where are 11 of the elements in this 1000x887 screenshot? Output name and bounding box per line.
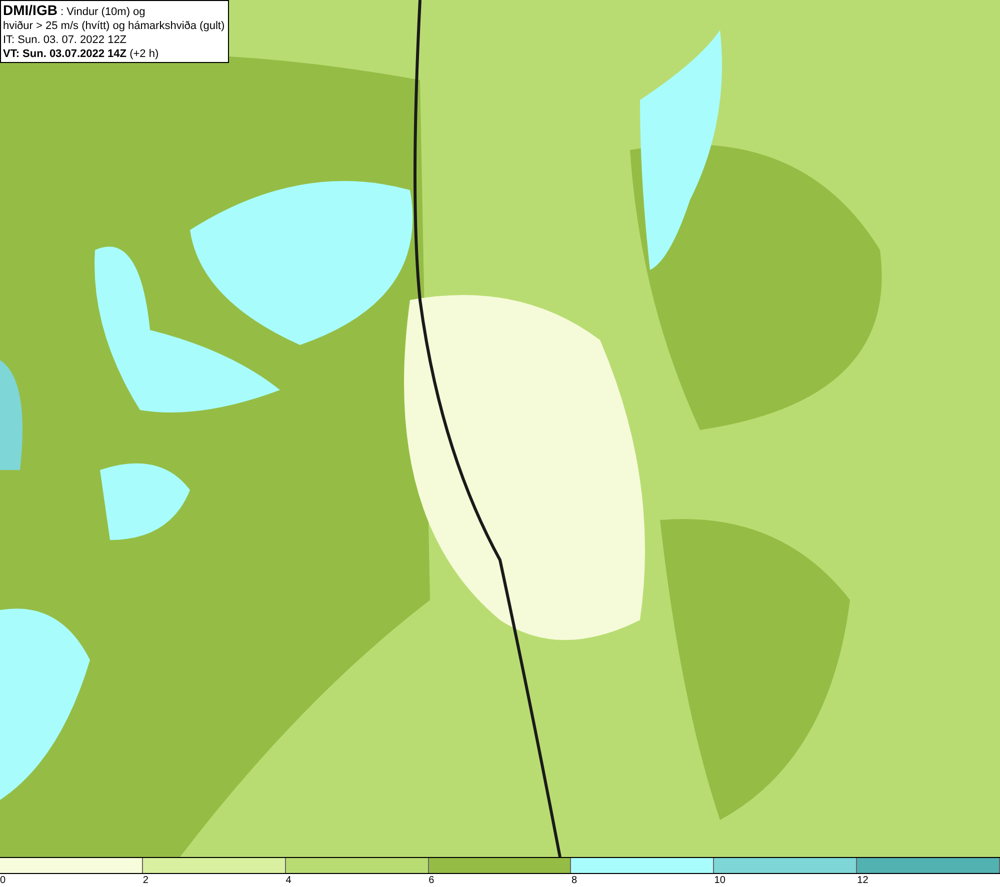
info-text: DMI/IGB : Vindur (10m) og xyxy=(3,3,146,19)
legend-tick-label: 12 xyxy=(857,874,868,887)
info-text: hviður > 25 m/s (hvítt) og hámarkshviða (gult) xyxy=(3,19,225,33)
info-text: VT: Sun. 03.07.2022 14Z (+2 h) xyxy=(3,47,160,61)
legend-tick-label: 10 xyxy=(714,874,726,887)
legend-tick-label: 0 xyxy=(0,874,6,887)
legend-tick-label: 8 xyxy=(571,874,577,887)
legend-tick-label: 6 xyxy=(428,874,434,887)
legend-tick-label: 4 xyxy=(286,874,292,887)
legend-tick-label: 2 xyxy=(142,874,148,887)
info-text: IT: Sun. 03. 07. 2022 12Z xyxy=(3,33,128,47)
